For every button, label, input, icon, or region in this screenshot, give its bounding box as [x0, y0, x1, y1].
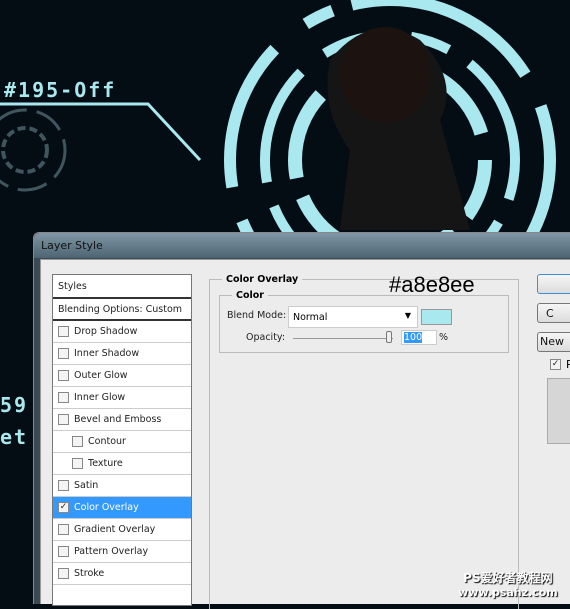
style-item-label: Texture [88, 458, 123, 469]
checkbox-icon[interactable] [58, 370, 69, 381]
style-item-label: Styles [58, 280, 87, 292]
style-item-contour[interactable]: Contour [53, 431, 191, 453]
opacity-value: 100 [404, 332, 423, 343]
style-item-label: Blending Options: Custom [58, 303, 183, 315]
style-item-label: Contour [88, 436, 126, 447]
style-item-outer-glow[interactable]: Outer Glow [53, 365, 191, 387]
checkbox-icon[interactable] [72, 436, 83, 447]
style-item-texture[interactable]: Texture [53, 453, 191, 475]
hud-label-left-1: 59 [0, 393, 29, 417]
watermark-line-2: www.psahz.com [458, 586, 558, 599]
style-item-gradient-overlay[interactable]: Gradient Overlay [53, 519, 191, 541]
cancel-button[interactable]: C [537, 303, 570, 323]
style-item-styles[interactable]: Styles [53, 275, 191, 299]
checkbox-icon[interactable] [58, 326, 69, 337]
opacity-slider-handle[interactable] [386, 331, 392, 343]
dialog-title[interactable]: Layer Style [34, 233, 570, 258]
watermark-line-1: PS爱好者教程网 [463, 571, 553, 585]
panel-title: Color Overlay [222, 274, 303, 285]
style-item-bevel-and-emboss[interactable]: Bevel and Emboss [53, 409, 191, 431]
opacity-input[interactable]: 100 [401, 330, 437, 345]
checkbox-icon[interactable] [58, 480, 69, 491]
hud-label-left-2: et [0, 425, 29, 449]
layer-style-dialog: Layer Style Styles Blending Options: Cust… [33, 232, 570, 609]
style-item-label: Gradient Overlay [74, 524, 156, 535]
watermark: PS爱好者教程网 www.psahz.com [458, 569, 558, 599]
style-item-label: Satin [74, 480, 99, 491]
checkbox-icon[interactable] [58, 524, 69, 535]
opacity-label: Opacity: [246, 332, 286, 343]
color-swatch[interactable] [421, 309, 452, 325]
blend-mode-label: Blend Mode: [227, 310, 287, 321]
style-item-label: Outer Glow [74, 370, 128, 381]
style-item-label: Drop Shadow [74, 326, 138, 337]
style-item-satin[interactable]: Satin [53, 475, 191, 497]
new-style-button[interactable]: New [537, 332, 570, 352]
checkbox-icon[interactable] [58, 414, 69, 425]
checkbox-icon[interactable] [58, 546, 69, 557]
style-item-label: Inner Glow [74, 392, 126, 403]
style-item-label: Pattern Overlay [74, 546, 149, 557]
style-item-label: Bevel and Emboss [74, 414, 162, 425]
opacity-unit: % [439, 332, 449, 343]
checkbox-icon: ✓ [550, 359, 561, 370]
preview-thumbnail [547, 378, 570, 444]
ok-button[interactable] [537, 274, 570, 294]
hud-label-top: #195-Off [4, 78, 117, 102]
style-item-label: Inner Shadow [74, 348, 140, 359]
style-item-inner-shadow[interactable]: Inner Shadow [53, 343, 191, 365]
blend-mode-select[interactable]: Normal ▼ [288, 306, 418, 328]
style-item-label: Stroke [74, 568, 105, 579]
preview-checkbox[interactable]: ✓ P [550, 358, 570, 371]
style-item-label: Color Overlay [74, 502, 139, 513]
styles-list: Styles Blending Options: Custom Drop Shado… [52, 274, 192, 606]
chevron-down-icon: ▼ [404, 311, 411, 320]
style-item-color-overlay[interactable]: ✓ Color Overlay [53, 497, 191, 519]
color-group-title: Color [232, 290, 268, 301]
style-item-stroke[interactable]: Stroke [53, 563, 191, 585]
style-item-blending-options-custom[interactable]: Blending Options: Custom [53, 299, 191, 321]
style-item-inner-glow[interactable]: Inner Glow [53, 387, 191, 409]
checkbox-icon[interactable] [58, 392, 69, 403]
preview-label: P [566, 358, 570, 371]
checkbox-icon[interactable] [72, 458, 83, 469]
checkbox-icon[interactable] [58, 568, 69, 579]
blend-mode-value: Normal [293, 312, 328, 323]
opacity-slider[interactable] [293, 338, 393, 339]
style-item-pattern-overlay[interactable]: Pattern Overlay [53, 541, 191, 563]
style-item-drop-shadow[interactable]: Drop Shadow [53, 321, 191, 343]
checkbox-icon[interactable]: ✓ [58, 502, 69, 513]
checkbox-icon[interactable] [58, 348, 69, 359]
